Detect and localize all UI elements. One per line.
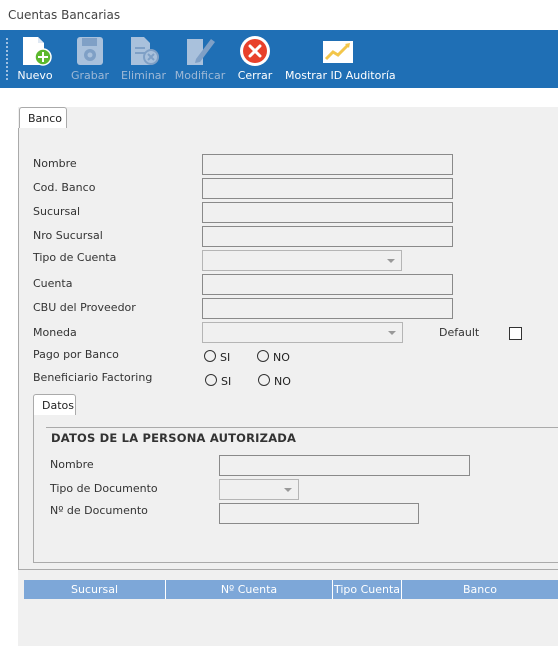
chevron-down-icon bbox=[284, 488, 292, 492]
column-header-tipo-cuenta[interactable]: Tipo Cuenta bbox=[333, 580, 402, 599]
tab-banco-label: Banco bbox=[28, 112, 63, 125]
edit-button[interactable]: Modificar bbox=[174, 30, 226, 88]
sucursal-field[interactable] bbox=[202, 202, 453, 223]
tab-banco[interactable]: Banco bbox=[19, 107, 67, 129]
tipo-cuenta-label: Tipo de Cuenta bbox=[33, 251, 117, 264]
close-circle-icon bbox=[240, 36, 270, 66]
toolbar-grip[interactable] bbox=[5, 37, 9, 81]
factoring-si-radio[interactable] bbox=[205, 374, 217, 386]
nombre-field[interactable] bbox=[202, 154, 453, 175]
save-disk-icon bbox=[77, 37, 103, 65]
pago-por-banco-label: Pago por Banco bbox=[33, 348, 119, 361]
column-header-banco[interactable]: Banco bbox=[402, 580, 558, 599]
toolbar: Nuevo Grabar Eliminar Modificar Cerrar M… bbox=[0, 30, 558, 88]
new-button-label: Nuevo bbox=[17, 69, 53, 82]
cuenta-field[interactable] bbox=[202, 274, 453, 295]
tipo-documento-select[interactable] bbox=[219, 479, 299, 500]
default-label: Default bbox=[439, 326, 480, 339]
authorized-person-title: DATOS DE LA PERSONA AUTORIZADA bbox=[51, 431, 297, 445]
chart-line-icon bbox=[323, 41, 353, 63]
new-document-icon bbox=[23, 37, 52, 66]
cuenta-label: Cuenta bbox=[33, 277, 73, 290]
datos-nombre-label: Nombre bbox=[50, 458, 94, 471]
column-header-sucursal[interactable]: Sucursal bbox=[24, 580, 166, 599]
cod-banco-field[interactable] bbox=[202, 178, 453, 199]
moneda-select[interactable] bbox=[202, 322, 403, 343]
nro-documento-field[interactable] bbox=[219, 503, 419, 524]
section-divider bbox=[46, 427, 558, 428]
edit-button-label: Modificar bbox=[174, 69, 226, 82]
nombre-label: Nombre bbox=[33, 157, 77, 170]
pago-por-banco-si-radio[interactable] bbox=[204, 350, 216, 362]
nro-sucursal-field[interactable] bbox=[202, 226, 453, 247]
default-checkbox[interactable] bbox=[509, 327, 522, 340]
pago-por-banco-no-label: NO bbox=[273, 351, 290, 364]
factoring-si-label: SI bbox=[221, 375, 232, 388]
close-button[interactable]: Cerrar bbox=[235, 30, 275, 88]
factoring-no-label: NO bbox=[274, 375, 291, 388]
window-titlebar: Cuentas Bancarias bbox=[0, 0, 558, 30]
nro-documento-label: Nº de Documento bbox=[50, 504, 148, 517]
chevron-down-icon bbox=[388, 331, 396, 335]
datos-nombre-field[interactable] bbox=[219, 455, 470, 476]
edit-pencil-icon bbox=[187, 39, 215, 65]
tipo-cuenta-select[interactable] bbox=[202, 250, 402, 271]
cod-banco-label: Cod. Banco bbox=[33, 181, 96, 194]
show-audit-id-button[interactable]: Mostrar ID Auditoría bbox=[285, 30, 396, 88]
window-title: Cuentas Bancarias bbox=[8, 8, 121, 22]
cbu-field[interactable] bbox=[202, 298, 453, 319]
delete-button-label: Eliminar bbox=[121, 69, 167, 82]
pago-por-banco-si-label: SI bbox=[220, 351, 231, 364]
factoring-no-radio[interactable] bbox=[258, 374, 270, 386]
column-header-nro-cuenta[interactable]: Nº Cuenta bbox=[166, 580, 333, 599]
pago-por-banco-no-radio[interactable] bbox=[257, 350, 269, 362]
close-button-label: Cerrar bbox=[237, 69, 273, 82]
new-button[interactable]: Nuevo bbox=[14, 30, 56, 88]
save-button-label: Grabar bbox=[70, 69, 110, 82]
tipo-documento-label: Tipo de Documento bbox=[50, 482, 158, 495]
beneficiario-factoring-label: Beneficiario Factoring bbox=[33, 371, 153, 384]
cbu-label: CBU del Proveedor bbox=[33, 301, 136, 314]
sucursal-label: Sucursal bbox=[33, 205, 81, 218]
save-button[interactable]: Grabar bbox=[70, 30, 110, 88]
tab-datos[interactable]: Datos bbox=[33, 394, 76, 416]
nro-sucursal-label: Nro Sucursal bbox=[33, 229, 103, 242]
delete-button[interactable]: Eliminar bbox=[121, 30, 167, 88]
show-audit-id-button-label: Mostrar ID Auditoría bbox=[285, 69, 396, 82]
tab-datos-label: Datos bbox=[42, 399, 74, 412]
moneda-label: Moneda bbox=[33, 326, 77, 339]
accounts-grid-header: Sucursal Nº Cuenta Tipo Cuenta Banco bbox=[24, 580, 558, 599]
delete-document-icon bbox=[131, 37, 159, 65]
chevron-down-icon bbox=[387, 259, 395, 263]
